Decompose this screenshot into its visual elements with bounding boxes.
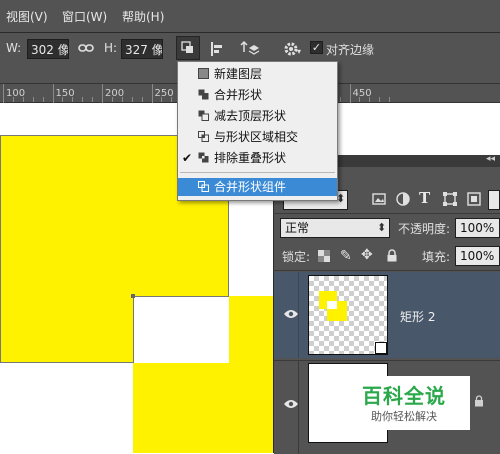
blend-mode-value: 正常 bbox=[285, 221, 310, 235]
filter-adjustment-icon[interactable] bbox=[396, 192, 410, 209]
fill-label: 填充: bbox=[422, 250, 451, 264]
watermark: 百科全说 助你轻松解决 bbox=[338, 376, 470, 430]
combine-shapes-icon bbox=[198, 89, 209, 100]
fill-field[interactable]: 100% bbox=[455, 246, 500, 266]
path-operations-button[interactable] bbox=[176, 36, 200, 60]
lock-label: 锁定: bbox=[282, 250, 311, 264]
filter-pixel-icon[interactable] bbox=[372, 192, 386, 209]
path-alignment-icon[interactable] bbox=[209, 41, 225, 60]
menu-item-subtract-front[interactable]: 减去顶层形状 bbox=[178, 107, 337, 125]
height-label: H: bbox=[104, 41, 118, 55]
menu-bar: 视图(V) 窗口(W) 帮助(H) bbox=[0, 0, 500, 32]
merge-shape-components-icon bbox=[198, 181, 209, 192]
filter-smartobject-icon[interactable] bbox=[467, 192, 481, 209]
excluded-overlap-area bbox=[133, 296, 229, 363]
ruler-minor-tick bbox=[12, 97, 14, 102]
ruler-minor-tick bbox=[171, 97, 173, 102]
filter-toggle-switch[interactable] bbox=[488, 190, 500, 210]
lock-image-icon[interactable]: ✎ bbox=[340, 248, 352, 264]
eye-icon[interactable] bbox=[283, 308, 299, 322]
watermark-subtitle: 助你轻松解决 bbox=[371, 410, 437, 423]
lock-position-icon[interactable]: ✥ bbox=[361, 247, 373, 263]
ruler-minor-tick bbox=[359, 97, 361, 102]
lock-all-icon[interactable] bbox=[386, 249, 398, 265]
blend-mode-dropdown[interactable]: 正常 ⬍ bbox=[280, 218, 390, 238]
panel-divider bbox=[273, 270, 500, 271]
layer-name[interactable]: 矩形 2 bbox=[400, 308, 435, 325]
eye-icon[interactable] bbox=[283, 398, 299, 412]
menu-item-new-layer[interactable]: 新建图层 bbox=[178, 65, 337, 83]
subtract-front-shape-icon bbox=[198, 110, 209, 121]
lock-transparent-icon[interactable] bbox=[318, 250, 330, 265]
menu-separator bbox=[180, 172, 335, 173]
ruler-tick-line bbox=[349, 84, 351, 103]
ruler-minor-tick bbox=[111, 97, 113, 102]
ruler-minor-tick bbox=[389, 97, 391, 102]
thumb-overlap bbox=[327, 301, 337, 309]
align-edges-label: 对齐边缘 bbox=[326, 43, 375, 57]
lock-icon bbox=[474, 395, 484, 410]
watermark-title: 百科全说 bbox=[362, 384, 446, 408]
row-divider bbox=[298, 361, 299, 454]
menu-window[interactable]: 窗口(W) bbox=[62, 8, 107, 25]
ruler-minor-tick bbox=[42, 97, 44, 102]
ruler-tick-line bbox=[3, 84, 4, 103]
menu-help[interactable]: 帮助(H) bbox=[122, 8, 164, 25]
ruler-tick-line bbox=[102, 84, 103, 103]
menu-item-intersect[interactable]: 与形状区域相交 bbox=[178, 128, 337, 146]
ruler-minor-tick bbox=[379, 97, 381, 102]
ruler-minor-tick bbox=[62, 97, 64, 102]
layer-thumbnail bbox=[308, 275, 388, 355]
exclude-overlapping-shapes-icon bbox=[198, 152, 209, 163]
filter-shape-icon[interactable] bbox=[443, 192, 457, 209]
width-field[interactable]: 302 像 bbox=[27, 39, 69, 59]
ruler-minor-tick bbox=[131, 97, 133, 102]
filter-type-icon[interactable]: T bbox=[419, 189, 430, 207]
vector-mask-icon bbox=[375, 342, 387, 354]
ruler-minor-tick bbox=[161, 97, 163, 102]
ruler-minor-tick bbox=[82, 97, 84, 102]
opacity-label: 不透明度: bbox=[398, 222, 451, 236]
row-divider bbox=[298, 272, 299, 358]
ruler-minor-tick bbox=[72, 97, 74, 102]
ruler-minor-tick bbox=[339, 97, 341, 102]
ruler-minor-tick bbox=[369, 97, 371, 102]
panel-divider bbox=[273, 213, 500, 214]
ruler-minor-tick bbox=[121, 97, 123, 102]
ruler-minor-tick bbox=[32, 97, 34, 102]
updown-arrow-icon: ⬍ bbox=[377, 221, 387, 234]
menu-item-exclude-overlap[interactable]: ✔ 排除重叠形状 bbox=[178, 149, 337, 167]
layer-row-shape[interactable]: 矩形 2 bbox=[274, 272, 500, 358]
menu-item-merge-shape-components[interactable]: 合并形状组件 bbox=[178, 178, 337, 196]
intersect-shape-areas-icon bbox=[198, 131, 209, 142]
path-operations-icon bbox=[181, 41, 193, 53]
link-icon[interactable] bbox=[78, 42, 94, 57]
ruler-minor-tick bbox=[22, 97, 24, 102]
align-edges-checkbox[interactable]: ✓ bbox=[310, 41, 323, 54]
ruler-tick-line bbox=[52, 84, 54, 103]
checkmark-icon: ✔ bbox=[182, 151, 193, 165]
height-field[interactable]: 327 像 bbox=[121, 39, 163, 59]
path-operations-menu: 新建图层 合并形状 减去顶层形状 与形状区域相交 ✔ 排除重叠形状 合并形状组件 bbox=[177, 61, 338, 201]
new-layer-icon bbox=[198, 68, 209, 79]
menu-item-combine-shapes[interactable]: 合并形状 bbox=[178, 86, 337, 104]
ruler-minor-tick bbox=[141, 97, 143, 102]
menu-view[interactable]: 视图(V) bbox=[6, 8, 48, 25]
double-chevron-icon[interactable]: ◂◂ bbox=[486, 154, 495, 164]
path-arrangement-icon[interactable] bbox=[240, 40, 260, 61]
anchor-point[interactable] bbox=[131, 294, 135, 298]
ruler-minor-tick bbox=[92, 97, 94, 102]
opacity-field[interactable]: 100% bbox=[455, 218, 500, 238]
chevron-down-icon[interactable]: ▾ bbox=[297, 45, 301, 59]
width-label: W: bbox=[6, 41, 22, 55]
ruler-tick-line bbox=[151, 84, 153, 103]
